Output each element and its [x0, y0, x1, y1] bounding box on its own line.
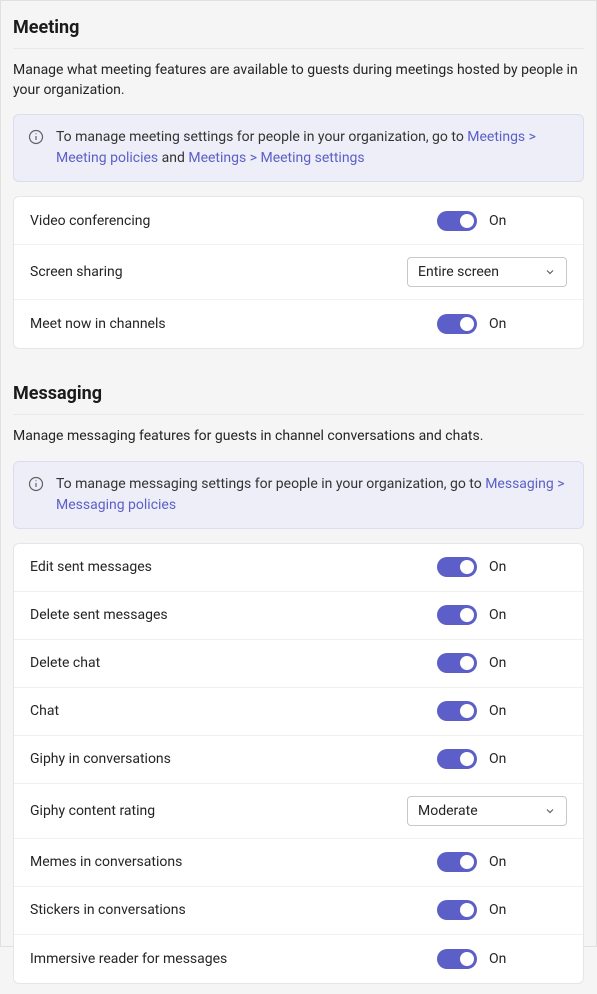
screen-sharing-value: Entire screen: [418, 264, 499, 280]
delete-chat-label: Delete chat: [30, 655, 100, 671]
meeting-section-desc: Manage what meeting features are availab…: [13, 61, 584, 100]
meet-now-state: On: [489, 316, 519, 332]
edit-sent-toggle[interactable]: [437, 557, 477, 577]
video-conferencing-state: On: [489, 213, 519, 229]
giphy-toggle[interactable]: [437, 749, 477, 769]
memes-label: Memes in conversations: [30, 854, 182, 870]
stickers-label: Stickers in conversations: [30, 902, 186, 918]
messaging-section-desc: Manage messaging features for guests in …: [13, 427, 584, 447]
edit-sent-row: Edit sent messages On: [14, 544, 583, 592]
memes-state: On: [489, 854, 519, 870]
meet-now-label: Meet now in channels: [30, 316, 166, 332]
meeting-settings-card: Video conferencing On Screen sharing Ent…: [13, 196, 584, 349]
screen-sharing-label: Screen sharing: [30, 264, 123, 280]
immersive-label: Immersive reader for messages: [30, 951, 227, 967]
edit-sent-label: Edit sent messages: [30, 559, 152, 575]
messaging-info-banner: To manage messaging settings for people …: [13, 461, 584, 529]
meeting-banner-text: To manage meeting settings for people in…: [56, 127, 569, 169]
screen-sharing-select[interactable]: Entire screen: [407, 257, 567, 287]
chat-label: Chat: [30, 703, 59, 719]
immersive-toggle[interactable]: [437, 949, 477, 969]
delete-sent-toggle[interactable]: [437, 605, 477, 625]
chat-row: Chat On: [14, 688, 583, 736]
messaging-banner-text: To manage messaging settings for people …: [56, 474, 569, 516]
delete-chat-state: On: [489, 655, 519, 671]
giphy-row: Giphy in conversations On: [14, 736, 583, 784]
memes-row: Memes in conversations On: [14, 839, 583, 887]
giphy-label: Giphy in conversations: [30, 751, 171, 767]
delete-chat-row: Delete chat On: [14, 640, 583, 688]
screen-sharing-row: Screen sharing Entire screen: [14, 245, 583, 300]
meeting-settings-link[interactable]: Meetings > Meeting settings: [188, 150, 364, 166]
stickers-row: Stickers in conversations On: [14, 887, 583, 935]
meet-now-toggle[interactable]: [437, 314, 477, 334]
meeting-info-banner: To manage meeting settings for people in…: [13, 114, 584, 182]
chat-state: On: [489, 703, 519, 719]
immersive-state: On: [489, 951, 519, 967]
giphy-state: On: [489, 751, 519, 767]
stickers-toggle[interactable]: [437, 900, 477, 920]
giphy-rating-row: Giphy content rating Moderate: [14, 784, 583, 839]
messaging-section-title: Messaging: [13, 377, 584, 415]
meeting-section-title: Meeting: [13, 11, 584, 49]
chevron-down-icon: [544, 266, 556, 278]
delete-sent-state: On: [489, 607, 519, 623]
giphy-rating-value: Moderate: [418, 803, 478, 819]
chevron-down-icon: [544, 805, 556, 817]
giphy-rating-select[interactable]: Moderate: [407, 796, 567, 826]
meet-now-row: Meet now in channels On: [14, 300, 583, 348]
delete-sent-label: Delete sent messages: [30, 607, 168, 623]
video-conferencing-toggle[interactable]: [437, 211, 477, 231]
edit-sent-state: On: [489, 559, 519, 575]
giphy-rating-label: Giphy content rating: [30, 803, 155, 819]
delete-sent-row: Delete sent messages On: [14, 592, 583, 640]
chat-toggle[interactable]: [437, 701, 477, 721]
video-conferencing-row: Video conferencing On: [14, 197, 583, 245]
messaging-settings-card: Edit sent messages On Delete sent messag…: [13, 543, 584, 984]
info-icon: [28, 129, 44, 145]
delete-chat-toggle[interactable]: [437, 653, 477, 673]
memes-toggle[interactable]: [437, 852, 477, 872]
video-conferencing-label: Video conferencing: [30, 213, 150, 229]
stickers-state: On: [489, 902, 519, 918]
immersive-row: Immersive reader for messages On: [14, 935, 583, 983]
info-icon: [28, 476, 44, 492]
